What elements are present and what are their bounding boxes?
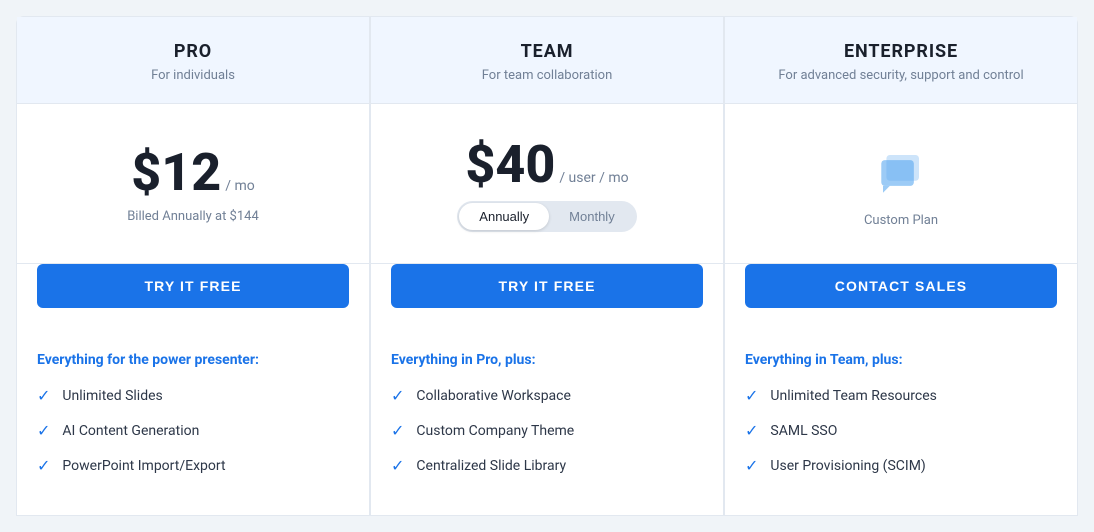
plan-name-enterprise: ENTERPRISE — [745, 41, 1057, 62]
feature-label-team-1: Custom Company Theme — [416, 423, 574, 439]
plan-pricing-pro: $12 / mo Billed Annually at $144 — [17, 104, 369, 264]
plan-header-enterprise: ENTERPRISE For advanced security, suppor… — [725, 17, 1077, 104]
check-icon-pro-0: ✓ — [37, 386, 50, 405]
feature-label-enterprise-0: Unlimited Team Resources — [770, 388, 936, 404]
plan-pricing-enterprise: Custom Plan — [725, 104, 1077, 264]
feature-item-pro-1: ✓ AI Content Generation — [37, 421, 349, 440]
toggle-annually-button[interactable]: Annually — [459, 203, 549, 230]
price-amount-team: $40 — [465, 139, 555, 191]
check-icon-enterprise-2: ✓ — [745, 456, 758, 475]
plan-features-pro: Everything for the power presenter: ✓ Un… — [17, 328, 369, 515]
plan-pricing-team: $40 / user / mo Annually Monthly — [371, 104, 723, 264]
toggle-monthly-button[interactable]: Monthly — [549, 203, 635, 230]
check-icon-team-2: ✓ — [391, 456, 404, 475]
feature-item-enterprise-1: ✓ SAML SSO — [745, 421, 1057, 440]
check-icon-enterprise-1: ✓ — [745, 421, 758, 440]
price-row-pro: $12 / mo — [131, 147, 254, 199]
features-title-team: Everything in Pro, plus: — [391, 352, 703, 368]
feature-label-pro-2: PowerPoint Import/Export — [62, 458, 225, 474]
feature-item-team-2: ✓ Centralized Slide Library — [391, 456, 703, 475]
plan-card-pro: PRO For individuals $12 / mo Billed Annu… — [16, 16, 370, 516]
feature-item-pro-2: ✓ PowerPoint Import/Export — [37, 456, 349, 475]
plan-card-team: TEAM For team collaboration $40 / user /… — [370, 16, 724, 516]
plan-header-pro: PRO For individuals — [17, 17, 369, 104]
feature-item-team-0: ✓ Collaborative Workspace — [391, 386, 703, 405]
price-unit-team: / user / mo — [559, 170, 628, 186]
check-icon-enterprise-0: ✓ — [745, 386, 758, 405]
contact-sales-button[interactable]: CONTACT SALES — [745, 264, 1057, 308]
features-title-enterprise: Everything in Team, plus: — [745, 352, 1057, 368]
feature-item-enterprise-2: ✓ User Provisioning (SCIM) — [745, 456, 1057, 475]
plan-tagline-enterprise: For advanced security, support and contr… — [745, 68, 1057, 83]
price-amount-pro: $12 — [131, 147, 221, 199]
check-icon-team-1: ✓ — [391, 421, 404, 440]
price-row-team: $40 / user / mo — [465, 139, 628, 191]
check-icon-pro-2: ✓ — [37, 456, 50, 475]
feature-item-team-1: ✓ Custom Company Theme — [391, 421, 703, 440]
price-unit-pro: / mo — [225, 178, 255, 194]
plan-header-team: TEAM For team collaboration — [371, 17, 723, 104]
pricing-grid: PRO For individuals $12 / mo Billed Annu… — [16, 16, 1078, 516]
check-icon-pro-1: ✓ — [37, 421, 50, 440]
plan-features-enterprise: Everything in Team, plus: ✓ Unlimited Te… — [725, 328, 1077, 515]
plan-tagline-pro: For individuals — [37, 68, 349, 83]
feature-label-pro-1: AI Content Generation — [62, 423, 199, 439]
feature-label-enterprise-1: SAML SSO — [770, 423, 837, 439]
plan-tagline-team: For team collaboration — [391, 68, 703, 83]
check-icon-team-0: ✓ — [391, 386, 404, 405]
feature-item-enterprise-0: ✓ Unlimited Team Resources — [745, 386, 1057, 405]
billing-toggle[interactable]: Annually Monthly — [457, 201, 636, 232]
features-title-pro: Everything for the power presenter: — [37, 352, 349, 368]
feature-label-team-2: Centralized Slide Library — [416, 458, 566, 474]
plan-name-pro: PRO — [37, 41, 349, 62]
plan-name-team: TEAM — [391, 41, 703, 62]
try-free-button-pro[interactable]: TRY IT FREE — [37, 264, 349, 308]
custom-plan-label: Custom Plan — [864, 213, 938, 228]
feature-label-team-0: Collaborative Workspace — [416, 388, 571, 404]
try-free-button-team[interactable]: TRY IT FREE — [391, 264, 703, 308]
plan-features-team: Everything in Pro, plus: ✓ Collaborative… — [371, 328, 723, 515]
billed-note-pro: Billed Annually at $144 — [127, 209, 259, 224]
feature-label-enterprise-2: User Provisioning (SCIM) — [770, 458, 925, 474]
plan-card-enterprise: ENTERPRISE For advanced security, suppor… — [724, 16, 1078, 516]
feature-label-pro-0: Unlimited Slides — [62, 388, 162, 404]
feature-item-pro-0: ✓ Unlimited Slides — [37, 386, 349, 405]
custom-plan-icon — [871, 143, 931, 203]
